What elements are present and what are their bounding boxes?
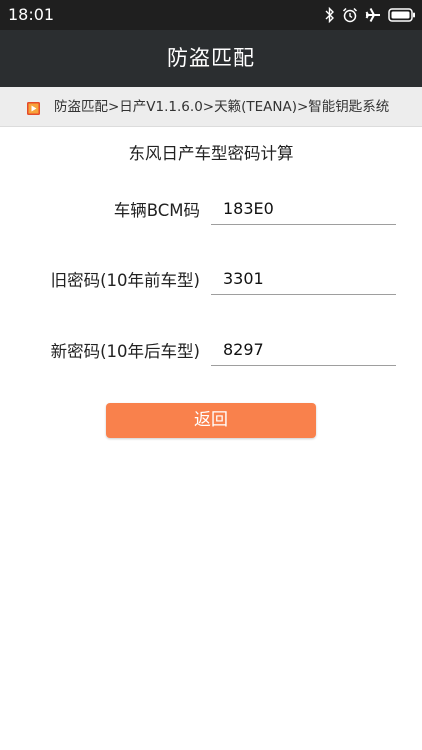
- status-bar: 18:01: [0, 0, 422, 30]
- page-title: 防盗匹配: [167, 46, 255, 70]
- bcm-input[interactable]: [211, 193, 396, 225]
- section-heading: 东风日产车型密码计算: [128, 144, 294, 163]
- new-password-field[interactable]: [211, 334, 396, 366]
- new-password-label: 新密码(10年后车型): [50, 342, 200, 361]
- breadcrumb: 防盗匹配>日产V1.1.6.0>天籁(TEANA)>智能钥匙系统: [0, 87, 422, 127]
- status-time: 18:01: [8, 5, 55, 24]
- old-password-row: 旧密码(10年前车型): [0, 263, 422, 303]
- bcm-label: 车辆BCM码: [113, 201, 200, 220]
- status-icons: [325, 6, 416, 24]
- app-square-icon: [27, 100, 40, 115]
- back-button[interactable]: 返回: [106, 403, 316, 438]
- bluetooth-icon: [325, 7, 335, 23]
- breadcrumb-text: 防盗匹配>日产V1.1.6.0>天籁(TEANA)>智能钥匙系统: [54, 99, 390, 115]
- battery-icon: [388, 8, 416, 22]
- bcm-row: 车辆BCM码: [0, 193, 422, 233]
- alarm-icon: [342, 7, 358, 23]
- new-password-row: 新密码(10年后车型): [0, 334, 422, 374]
- old-password-label: 旧密码(10年前车型): [50, 271, 200, 290]
- old-password-field[interactable]: [211, 263, 396, 295]
- airplane-icon: [365, 7, 381, 23]
- app-bar: 防盗匹配: [0, 30, 422, 87]
